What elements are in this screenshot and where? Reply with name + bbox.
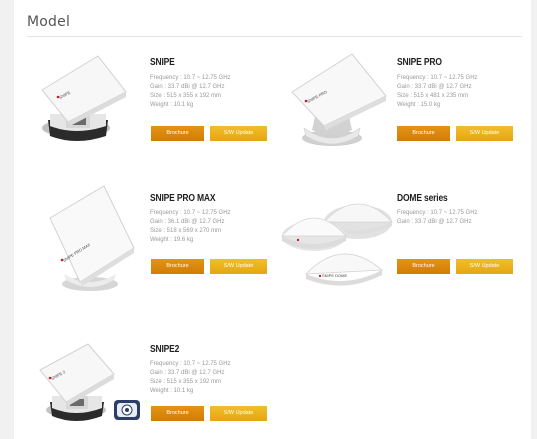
brochure-button[interactable]: Brochure [397, 126, 450, 141]
product-spec: Gain : 33.7 dBi @ 12.7 GHz [150, 84, 225, 90]
product-spec: Gain : 33.7 dBi @ 12.7 GHz [397, 219, 472, 225]
product-image-snipe-pro-max[interactable]: SNIPE PRO MAX [42, 182, 138, 296]
product-spec: Size : 515 x 355 x 192 mm [150, 93, 222, 99]
product-spec: Weight : 10.1 kg [150, 102, 194, 108]
product-spec: Size : 515 x 481 x 235 mm [397, 93, 469, 99]
sw-update-button[interactable]: S/W Update [456, 259, 513, 274]
product-spec: Frequency : 10.7 ~ 12.75 GHz [150, 210, 231, 216]
product-image-snipe[interactable]: SNIPE [28, 50, 132, 148]
sw-update-button[interactable]: S/W Update [210, 126, 267, 141]
product-spec: Gain : 36.1 dBi @ 12.7 GHz [150, 219, 225, 225]
sw-update-button[interactable]: S/W Update [210, 406, 267, 421]
brochure-button[interactable]: Brochure [151, 259, 204, 274]
section-divider [27, 36, 522, 37]
dish-logo: SNIPE DOME [322, 273, 347, 278]
brochure-button[interactable]: Brochure [151, 406, 204, 421]
product-name: SNIPE2 [150, 344, 180, 355]
brochure-button[interactable]: Brochure [151, 126, 204, 141]
product-image-snipe2[interactable]: SNIPE 2 [32, 340, 144, 426]
product-spec: Frequency : 10.7 ~ 12.75 GHz [397, 210, 478, 216]
product-spec: Gain : 33.7 dBi @ 12.7 GHz [150, 370, 225, 376]
product-spec: Frequency : 10.7 ~ 12.75 GHz [150, 75, 231, 81]
sw-update-button[interactable]: S/W Update [210, 259, 267, 274]
product-spec: Frequency : 10.7 ~ 12.75 GHz [397, 75, 478, 81]
brochure-button[interactable]: Brochure [397, 259, 450, 274]
product-name: DOME series [397, 193, 448, 204]
product-spec: Gain : 33.7 dBi @ 12.7 GHz [397, 84, 472, 90]
product-name: SNIPE PRO [397, 57, 442, 68]
sw-update-button[interactable]: S/W Update [456, 126, 513, 141]
product-spec: Weight : 19.6 kg [150, 237, 194, 243]
product-image-snipe-pro[interactable]: SNIPE PRO [282, 50, 390, 152]
product-image-dome-series[interactable]: SNIPE DOME [272, 184, 394, 290]
section-title: Model [27, 14, 71, 30]
product-name: SNIPE [150, 57, 175, 68]
product-spec: Size : 518 x 569 x 270 mm [150, 228, 222, 234]
product-name: SNIPE PRO MAX [150, 193, 216, 204]
product-spec: Weight : 15.0 kg [397, 102, 441, 108]
product-spec: Weight : 10.1 kg [150, 388, 194, 394]
product-spec: Size : 515 x 355 x 192 mm [150, 379, 222, 385]
product-spec: Frequency : 10.7 ~ 12.75 GHz [150, 361, 231, 367]
